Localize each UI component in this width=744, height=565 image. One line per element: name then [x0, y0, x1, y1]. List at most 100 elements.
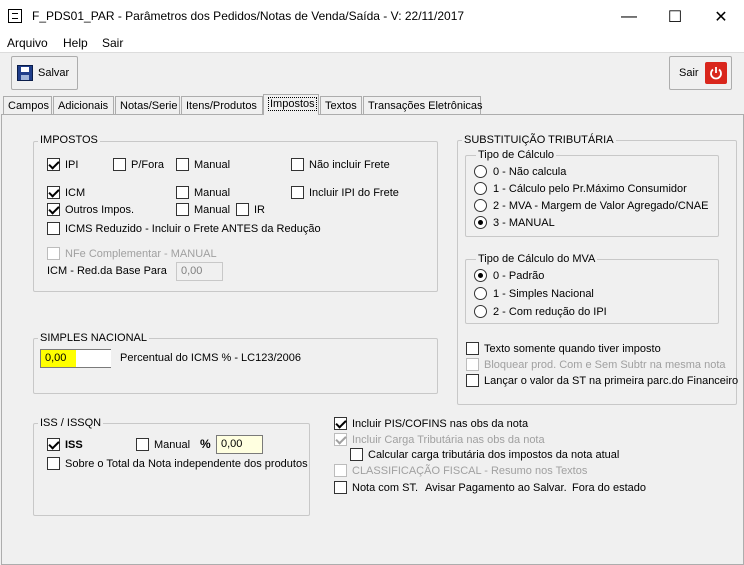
ir-checkbox[interactable]: IR	[236, 203, 265, 216]
incluir-pis-check-box[interactable]	[334, 417, 347, 430]
sobre-total-label: Sobre o Total da Nota independente dos p…	[65, 457, 308, 470]
tipo-mva-radio-2[interactable]	[474, 305, 487, 318]
outros-impostos-checkbox[interactable]: Outros Impos.	[47, 203, 134, 216]
tipo-mva-option-0[interactable]: 0 - Padrão	[474, 269, 544, 282]
icm-red-base-label: ICM - Red.da Base Para	[47, 265, 167, 277]
incluir-ipi-frete-checkbox[interactable]: Incluir IPI do Frete	[291, 186, 399, 199]
icm-check-box[interactable]	[47, 186, 60, 199]
nfe-complementar-label: NFe Complementar - MANUAL	[65, 247, 217, 260]
sair-button[interactable]: Sair	[669, 56, 732, 90]
menu-arquivo[interactable]: Arquivo	[7, 36, 48, 50]
manual-outros-checkbox[interactable]: Manual	[176, 203, 230, 216]
tipo-calculo-option-3[interactable]: 3 - MANUAL	[474, 216, 555, 229]
iss-manual-checkbox[interactable]: Manual	[136, 438, 190, 451]
tab-adicionais[interactable]: Adicionais	[53, 96, 114, 114]
iss-manual-label: Manual	[154, 438, 191, 451]
tipo-calculo-label-0: 0 - Não calcula	[493, 165, 567, 178]
icm-red-base-field: 0,00	[176, 262, 223, 281]
tab-textos[interactable]: Textos	[320, 96, 362, 114]
simples-percentual-input-blank	[76, 350, 111, 367]
simples-nacional-title: SIMPLES NACIONAL	[38, 332, 149, 344]
tab-transacoes-eletronicas[interactable]: Transações Eletrônicas	[363, 96, 483, 114]
texto-somente-check-box[interactable]	[466, 342, 479, 355]
manual-icm-check-box[interactable]	[176, 186, 189, 199]
tab-campos[interactable]: Campos	[3, 96, 52, 114]
nao-incluir-frete-checkbox[interactable]: Não incluir Frete	[291, 158, 390, 171]
manual-icm-checkbox[interactable]: Manual	[176, 186, 230, 199]
icm-checkbox[interactable]: ICM	[47, 186, 85, 199]
tipo-calculo-title: Tipo de Cálculo	[476, 149, 557, 161]
icms-reduzido-checkbox[interactable]: ICMS Reduzido - Incluir o Frete ANTES da…	[47, 222, 321, 235]
menu-help[interactable]: Help	[63, 36, 88, 50]
outros-impostos-check-box[interactable]	[47, 203, 60, 216]
icms-reduzido-check-box[interactable]	[47, 222, 60, 235]
nota-com-st-checkbox[interactable]: Nota com ST.	[334, 481, 418, 494]
sobre-total-checkbox[interactable]: Sobre o Total da Nota independente dos p…	[47, 457, 308, 470]
menu-sair[interactable]: Sair	[102, 36, 123, 50]
pfora-checkbox[interactable]: P/Fora	[113, 158, 164, 171]
tipo-mva-label-1: 1 - Simples Nacional	[493, 287, 594, 300]
tipo-calculo-label-3: 3 - MANUAL	[493, 216, 555, 229]
tipo-calculo-option-1[interactable]: 1 - Cálculo pelo Pr.Máximo Consumidor	[474, 182, 687, 195]
texto-somente-checkbox[interactable]: Texto somente quando tiver imposto	[466, 342, 661, 355]
manual-ipi-checkbox[interactable]: Manual	[176, 158, 230, 171]
tipo-mva-option-2[interactable]: 2 - Com redução do IPI	[474, 305, 607, 318]
manual-ipi-label: Manual	[194, 158, 231, 171]
tipo-mva-option-1[interactable]: 1 - Simples Nacional	[474, 287, 594, 300]
calcular-carga-label: Calcular carga tributária dos impostos d…	[368, 448, 620, 461]
tipo-calculo-radio-1[interactable]	[474, 182, 487, 195]
tab-notas-serie[interactable]: Notas/Serie	[115, 96, 180, 114]
incluir-pis-checkbox[interactable]: Incluir PIS/COFINS nas obs da nota	[334, 417, 528, 430]
st-group-title: SUBSTITUIÇÃO TRIBUTÁRIA	[462, 134, 616, 146]
tipo-calculo-option-2[interactable]: 2 - MVA - Margem de Valor Agregado/CNAE	[474, 199, 708, 212]
tipo-calculo-radio-2[interactable]	[474, 199, 487, 212]
manual-outros-check-box[interactable]	[176, 203, 189, 216]
lancar-valor-check-box[interactable]	[466, 374, 479, 387]
tipo-calculo-label-1: 1 - Cálculo pelo Pr.Máximo Consumidor	[493, 182, 687, 195]
tipo-calculo-mva-title: Tipo de Cálculo do MVA	[476, 253, 598, 265]
lancar-valor-checkbox[interactable]: Lançar o valor da ST na primeira parc.do…	[466, 374, 738, 387]
close-button[interactable]: ✕	[698, 0, 744, 33]
iss-percent-symbol: %	[200, 437, 211, 451]
tipo-calculo-radio-0[interactable]	[474, 165, 487, 178]
maximize-button[interactable]: ☐	[652, 0, 698, 33]
nao-incluir-frete-check-box[interactable]	[291, 158, 304, 171]
incluir-ipi-frete-check-box[interactable]	[291, 186, 304, 199]
tipo-mva-radio-1[interactable]	[474, 287, 487, 300]
sobre-total-check-box[interactable]	[47, 457, 60, 470]
manual-icm-label: Manual	[194, 186, 231, 199]
iss-checkbox[interactable]: ISS	[47, 438, 83, 451]
manual-ipi-check-box[interactable]	[176, 158, 189, 171]
tab-impostos[interactable]: Impostos	[263, 94, 319, 115]
power-icon	[704, 62, 727, 84]
bloquear-prod-checkbox: Bloquear prod. Com e Sem Subtr na mesma …	[466, 358, 726, 371]
floppy-disk-icon	[17, 65, 33, 81]
iss-manual-check-box[interactable]	[136, 438, 149, 451]
tab-itens-produtos[interactable]: Itens/Produtos	[181, 96, 263, 114]
ipi-check-box[interactable]	[47, 158, 60, 171]
icm-label: ICM	[65, 186, 86, 199]
tipo-mva-radio-0[interactable]	[474, 269, 487, 282]
nfe-complementar-check-box	[47, 247, 60, 260]
manual-outros-label: Manual	[194, 203, 231, 216]
calcular-carga-check-box[interactable]	[350, 448, 363, 461]
fora-estado-label: Fora do estado	[572, 482, 646, 494]
minimize-button[interactable]: —	[606, 0, 652, 33]
nota-com-st-check-box[interactable]	[334, 481, 347, 494]
pfora-check-box[interactable]	[113, 158, 126, 171]
nfe-complementar-checkbox: NFe Complementar - MANUAL	[47, 247, 217, 260]
iss-label: ISS	[65, 438, 83, 451]
tipo-calculo-option-0[interactable]: 0 - Não calcula	[474, 165, 566, 178]
salvar-label: Salvar	[38, 67, 70, 79]
pfora-label: P/Fora	[131, 158, 165, 171]
sair-label: Sair	[679, 67, 699, 79]
calcular-carga-checkbox[interactable]: Calcular carga tributária dos impostos d…	[350, 448, 619, 461]
iss-percent-input[interactable]: 0,00	[216, 435, 263, 454]
salvar-button[interactable]: Salvar	[11, 56, 78, 90]
bloquear-prod-check-box	[466, 358, 479, 371]
ir-check-box[interactable]	[236, 203, 249, 216]
ipi-checkbox[interactable]: IPI	[47, 158, 78, 171]
tipo-calculo-radio-3[interactable]	[474, 216, 487, 229]
iss-check-box[interactable]	[47, 438, 60, 451]
icms-reduzido-label: ICMS Reduzido - Incluir o Frete ANTES da…	[65, 222, 321, 235]
